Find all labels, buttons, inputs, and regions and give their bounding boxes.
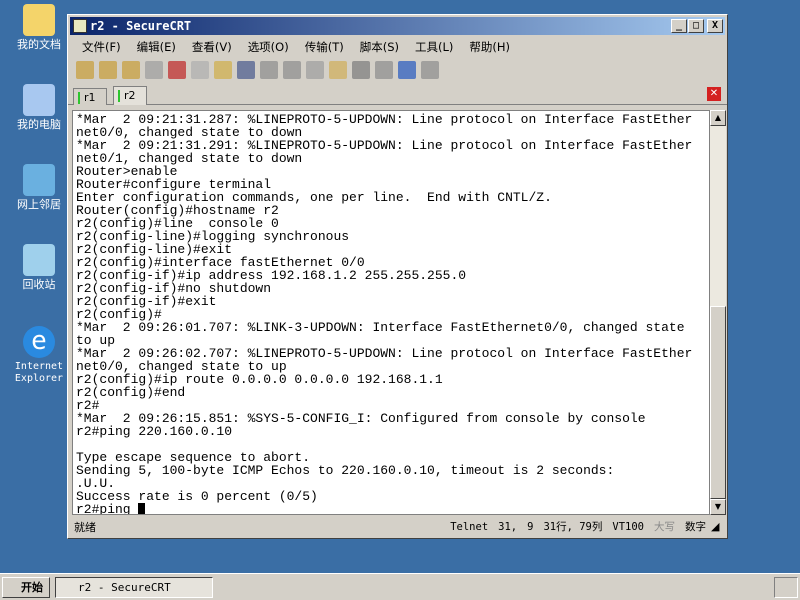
terminal-output: *Mar 2 09:21:31.287: %LINEPROTO-5-UPDOWN… bbox=[76, 112, 693, 504]
tab-r2[interactable]: r2 bbox=[113, 86, 147, 105]
connect-tab-icon[interactable] bbox=[122, 61, 140, 79]
minimize-button[interactable]: _ bbox=[671, 19, 687, 33]
desktop-icon-ie[interactable]: e Internet Explorer bbox=[8, 326, 70, 385]
folder-icon bbox=[23, 4, 55, 36]
close-button[interactable]: X bbox=[707, 19, 723, 33]
app-icon bbox=[73, 19, 87, 33]
maximize-button[interactable]: □ bbox=[688, 19, 704, 33]
start-button[interactable]: 开始 bbox=[2, 577, 50, 598]
internet-explorer-icon: e bbox=[23, 326, 55, 358]
help-icon[interactable] bbox=[398, 61, 416, 79]
menu-item[interactable]: 查看(V) bbox=[184, 37, 240, 57]
tab-r1[interactable]: r1 bbox=[73, 88, 107, 105]
keymap-icon[interactable] bbox=[352, 61, 370, 79]
desktop-icon-recycle-bin[interactable]: 回收站 bbox=[8, 244, 70, 291]
disconnect-icon[interactable] bbox=[168, 61, 186, 79]
paste-icon[interactable] bbox=[214, 61, 232, 79]
menu-item[interactable]: 工具(L) bbox=[407, 37, 461, 57]
menu-item[interactable]: 脚本(S) bbox=[352, 37, 407, 57]
toolbar bbox=[68, 57, 727, 83]
window-icon[interactable] bbox=[421, 61, 439, 79]
tab-bar: r1 r2 ✕ bbox=[68, 83, 727, 105]
desktop-icon-my-documents[interactable]: 我的文档 bbox=[8, 4, 70, 51]
securecrt-window: r2 - SecureCRT _ □ X 文件(F) 编辑(E) 查看(V) 选项(O… bbox=[67, 14, 728, 539]
terminal[interactable]: *Mar 2 09:21:31.287: %LINEPROTO-5-UPDOWN… bbox=[72, 110, 710, 515]
status-emulation: VT100 bbox=[612, 520, 644, 533]
terminal-prompt: r2#ping bbox=[76, 502, 139, 515]
status-bar: 就绪 Telnet 31, 9 31行, 79列 VT100 大写 数字 ◢ bbox=[70, 517, 725, 536]
print-setup-icon[interactable] bbox=[306, 61, 324, 79]
menu-item[interactable]: 编辑(E) bbox=[129, 37, 184, 57]
tray-network-icon[interactable] bbox=[774, 577, 798, 598]
session-options-icon[interactable] bbox=[329, 61, 347, 79]
print-icon[interactable] bbox=[260, 61, 278, 79]
status-num: 数字 bbox=[685, 521, 706, 533]
key-icon[interactable] bbox=[375, 61, 393, 79]
scroll-thumb[interactable] bbox=[710, 306, 726, 499]
quick-connect-icon[interactable] bbox=[99, 61, 117, 79]
desktop-icon-network[interactable]: 网上邻居 bbox=[8, 164, 70, 211]
resize-grip-icon[interactable]: ◢ bbox=[711, 520, 725, 533]
taskbar-item-securecrt[interactable]: r2 - SecureCRT bbox=[55, 577, 213, 598]
status-caps: 大写 bbox=[654, 521, 675, 533]
menu-item[interactable]: 文件(F) bbox=[74, 37, 129, 57]
status-col: 9 bbox=[527, 520, 534, 533]
menu-item[interactable]: 帮助(H) bbox=[461, 37, 518, 57]
print-selection-icon[interactable] bbox=[283, 61, 301, 79]
menu-bar: 文件(F) 编辑(E) 查看(V) 选项(O) 传输(T) 脚本(S) 工具(L) 帮助(H) bbox=[68, 37, 727, 57]
status-protocol: Telnet bbox=[450, 520, 489, 533]
scroll-up-icon[interactable]: ▲ bbox=[710, 110, 726, 126]
scroll-down-icon[interactable]: ▼ bbox=[710, 499, 726, 515]
computer-icon bbox=[23, 84, 55, 116]
status-row: 31, bbox=[498, 520, 518, 533]
menu-item[interactable]: 传输(T) bbox=[297, 37, 352, 57]
cursor bbox=[138, 503, 146, 514]
connect-icon[interactable] bbox=[76, 61, 94, 79]
title-bar[interactable]: r2 - SecureCRT _ □ X bbox=[70, 17, 725, 35]
status-size: 31行, 79列 bbox=[543, 521, 603, 533]
taskbar: 开始 r2 - SecureCRT bbox=[0, 573, 800, 600]
find-icon[interactable] bbox=[237, 61, 255, 79]
network-icon bbox=[23, 164, 55, 196]
vertical-scrollbar[interactable]: ▲ ▼ bbox=[710, 110, 726, 515]
desktop-icon-my-computer[interactable]: 我的电脑 bbox=[8, 84, 70, 131]
menu-item[interactable]: 选项(O) bbox=[240, 37, 297, 57]
close-tab-icon[interactable]: ✕ bbox=[707, 87, 721, 101]
recycle-bin-icon bbox=[23, 244, 55, 276]
window-title: r2 - SecureCRT bbox=[90, 19, 192, 33]
copy-icon[interactable] bbox=[191, 61, 209, 79]
status-ready: 就绪 bbox=[74, 520, 96, 534]
reconnect-icon[interactable] bbox=[145, 61, 163, 79]
